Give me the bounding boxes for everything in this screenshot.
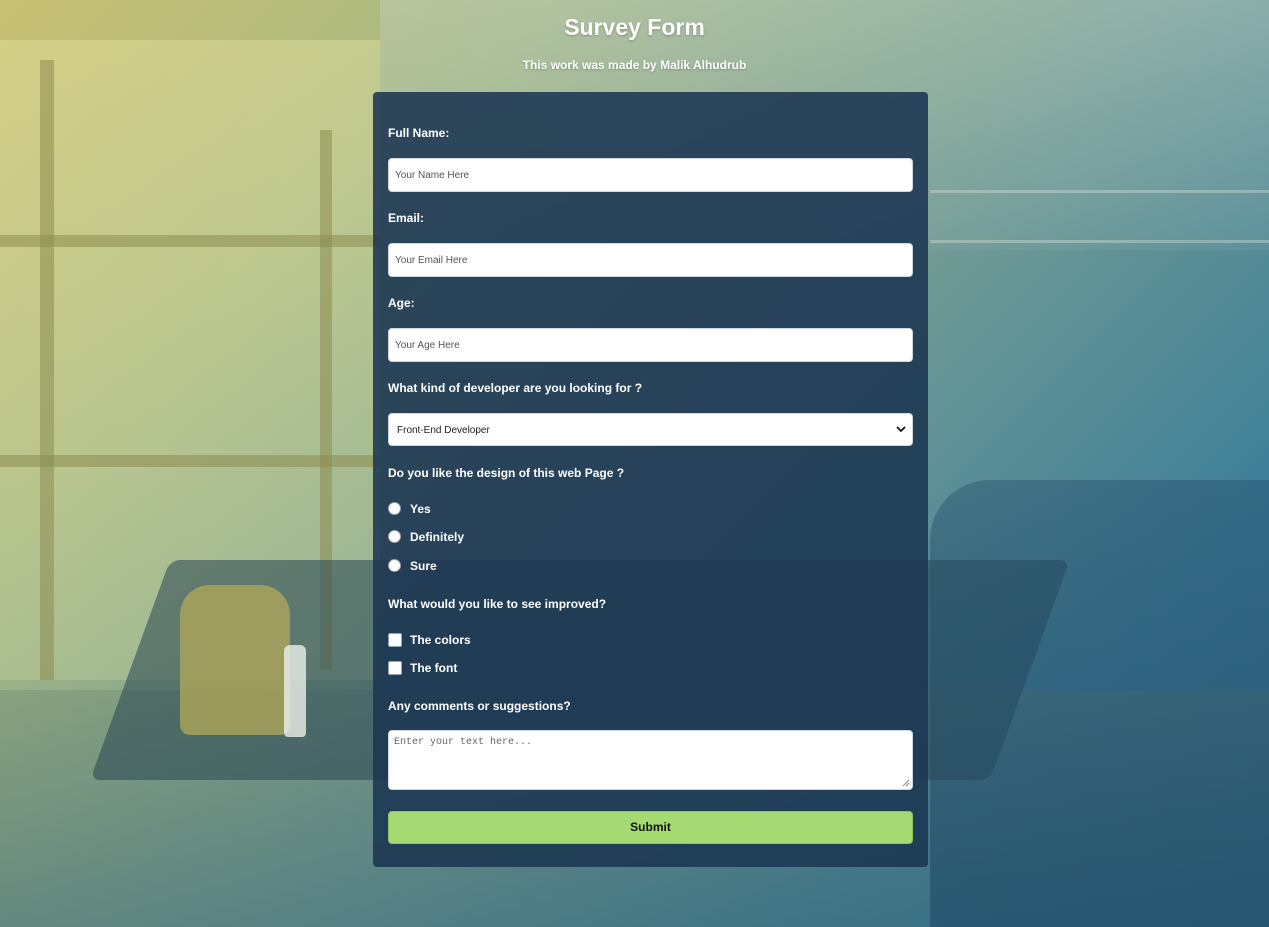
radio-option-label: Sure <box>410 559 437 573</box>
email-label: Email: <box>388 211 425 225</box>
developer-select-value: Front-End Developer <box>397 425 490 436</box>
page-subtitle: This work was made by Malik Alhudrub <box>522 58 747 72</box>
radio-button[interactable] <box>388 559 401 572</box>
survey-form: Full Name: Email: Age: What kind of deve… <box>373 92 928 867</box>
radio-button[interactable] <box>388 502 401 515</box>
checkbox-option-label: The colors <box>410 633 471 647</box>
ceiling-line <box>930 240 1269 243</box>
comments-label: Any comments or suggestions? <box>388 699 571 713</box>
email-input[interactable] <box>388 243 913 277</box>
radio-option-label: Yes <box>410 502 431 516</box>
name-input[interactable] <box>388 158 913 192</box>
developer-label: What kind of developer are you looking f… <box>388 381 643 395</box>
name-label: Full Name: <box>388 126 450 140</box>
developer-select[interactable]: Front-End Developer <box>388 413 913 446</box>
window-frame <box>0 455 380 467</box>
chair <box>180 585 290 735</box>
checkbox[interactable] <box>388 633 402 647</box>
radio-option-label: Definitely <box>410 530 465 544</box>
people-area <box>930 480 1269 927</box>
checkbox-option-label: The font <box>410 661 458 675</box>
improve-label: What would you like to see improved? <box>388 597 607 611</box>
age-label: Age: <box>388 296 415 310</box>
comments-textarea[interactable]: Enter your text here... <box>388 730 913 790</box>
age-input[interactable] <box>388 328 913 362</box>
water-bottle <box>284 645 306 737</box>
comments-placeholder: Enter your text here... <box>394 737 533 748</box>
checkbox[interactable] <box>388 661 402 675</box>
design-label: Do you like the design of this web Page … <box>388 466 625 480</box>
chevron-down-icon <box>896 426 906 433</box>
ceiling-line <box>930 190 1269 193</box>
submit-button[interactable]: Submit <box>388 811 913 844</box>
resize-grip-icon[interactable] <box>902 779 910 787</box>
window-frame <box>0 235 380 247</box>
radio-button[interactable] <box>388 530 401 543</box>
page-title: Survey Form <box>564 14 705 40</box>
window-frame <box>40 60 54 680</box>
